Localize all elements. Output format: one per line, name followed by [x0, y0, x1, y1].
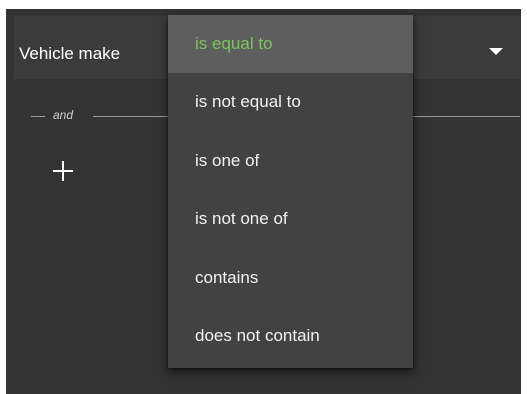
- caret-down-icon[interactable]: [489, 48, 503, 55]
- menu-item-label: is not equal to: [195, 92, 301, 111]
- menu-item-label: is not one of: [195, 209, 288, 228]
- menu-item-label: is equal to: [195, 34, 273, 53]
- menu-item-does-not-contain[interactable]: does not contain: [168, 307, 413, 365]
- menu-item-label: does not contain: [195, 326, 320, 345]
- field-label: Vehicle make: [19, 44, 121, 63]
- menu-item-label: is one of: [195, 151, 260, 170]
- add-condition-button[interactable]: [50, 158, 76, 184]
- conjunction-divider-left: [31, 116, 45, 117]
- conjunction-label: and: [53, 108, 74, 122]
- menu-item-label: contains: [195, 268, 259, 287]
- menu-item-is-not-equal-to[interactable]: is not equal to: [168, 73, 413, 131]
- operator-dropdown-menu: is equal to is not equal to is one of is…: [168, 15, 413, 368]
- menu-item-is-not-one-of[interactable]: is not one of: [168, 190, 413, 248]
- menu-item-is-equal-to[interactable]: is equal to: [168, 15, 413, 73]
- menu-item-is-one-of[interactable]: is one of: [168, 132, 413, 190]
- menu-item-contains[interactable]: contains: [168, 249, 413, 307]
